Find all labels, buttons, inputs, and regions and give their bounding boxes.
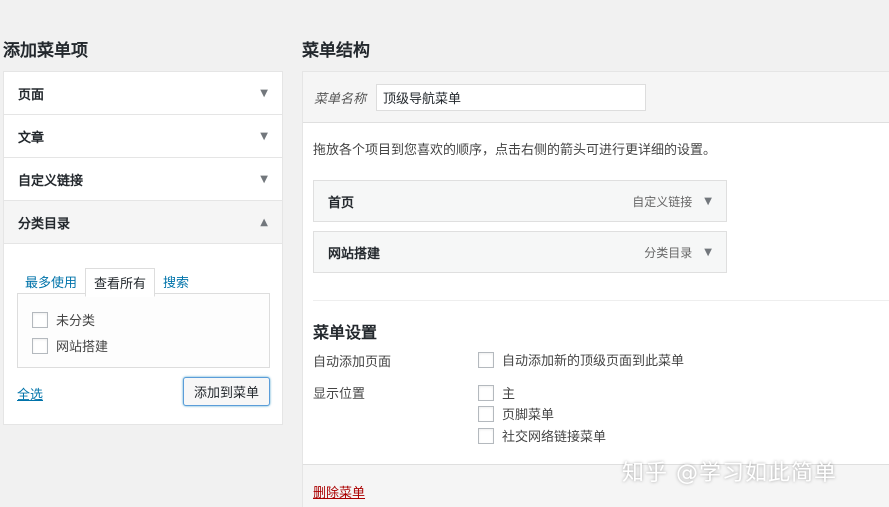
auto-add-checkbox[interactable]	[478, 351, 494, 368]
location-option: 页脚菜单	[478, 404, 554, 423]
location-label: 社交网络链接菜单	[502, 430, 607, 445]
triangle-down-icon[interactable]: ▼	[260, 174, 268, 185]
location-checkbox[interactable]	[478, 427, 494, 444]
menu-item-title: 网站搭建	[328, 246, 381, 262]
select-all-link[interactable]: 全选	[17, 384, 43, 403]
delete-menu-link[interactable]: 删除菜单	[313, 482, 365, 501]
menu-name-label: 菜单名称	[314, 91, 367, 107]
add-to-menu-button[interactable]: 添加到菜单	[183, 377, 270, 406]
location-label: 页脚菜单	[502, 408, 555, 423]
menu-item-type: 自定义链接	[632, 194, 693, 209]
accordion-posts-label: 文章	[18, 130, 45, 146]
add-items-accordion: 页面 ▼ 文章 ▼ 自定义链接 ▼ 分类目录 ▲ 最多使用 查看所有 搜索 未分…	[3, 71, 283, 425]
triangle-up-icon[interactable]: ▲	[260, 217, 268, 228]
accordion-categories-label: 分类目录	[18, 216, 71, 232]
location-option: 主	[478, 383, 515, 402]
category-label: 未分类	[56, 314, 96, 329]
menu-item-type: 分类目录	[644, 245, 693, 260]
menu-structure-title: 菜单结构	[302, 41, 370, 61]
location-label: 主	[502, 387, 516, 402]
watermark: 知乎 @学习如此简单	[622, 461, 837, 486]
display-location-label: 显示位置	[313, 387, 366, 402]
accordion-pages[interactable]: 页面 ▼	[4, 72, 282, 115]
menu-item[interactable]: 网站搭建 分类目录 ▼	[313, 231, 727, 273]
accordion-pages-label: 页面	[18, 87, 45, 103]
location-checkbox[interactable]	[478, 405, 494, 422]
accordion-categories[interactable]: 分类目录 ▲	[4, 201, 282, 244]
auto-add-option: 自动添加新的顶级页面到此菜单	[478, 350, 684, 369]
category-item: 网站搭建	[32, 336, 269, 355]
accordion-custom-links-label: 自定义链接	[18, 173, 84, 189]
add-menu-items-title: 添加菜单项	[3, 41, 88, 61]
category-item: 未分类	[32, 310, 269, 329]
triangle-down-icon[interactable]: ▼	[260, 131, 268, 142]
menu-structure-panel: 菜单名称 顶级导航菜单 拖放各个项目到您喜欢的顺序，点击右侧的箭头可进行更详细的…	[302, 71, 889, 507]
menu-name-bar: 菜单名称 顶级导航菜单	[303, 72, 889, 123]
accordion-custom-links[interactable]: 自定义链接 ▼	[4, 158, 282, 201]
auto-add-label: 自动添加页面	[313, 355, 392, 370]
category-checkbox[interactable]	[32, 311, 48, 328]
location-checkbox[interactable]	[478, 384, 494, 401]
location-option: 社交网络链接菜单	[478, 426, 606, 445]
menu-settings-title: 菜单设置	[313, 323, 378, 342]
category-label: 网站搭建	[56, 340, 109, 355]
category-checkbox[interactable]	[32, 337, 48, 354]
category-checklist: 未分类 网站搭建	[17, 293, 270, 368]
drag-instructions: 拖放各个项目到您喜欢的顺序，点击右侧的箭头可进行更详细的设置。	[313, 143, 717, 158]
accordion-posts[interactable]: 文章 ▼	[4, 115, 282, 158]
auto-add-option-label: 自动添加新的顶级页面到此菜单	[502, 354, 685, 369]
triangle-down-icon[interactable]: ▼	[260, 88, 268, 99]
categories-panel: 最多使用 查看所有 搜索 未分类 网站搭建 全选 添加到菜单	[4, 244, 282, 424]
menu-name-input[interactable]: 顶级导航菜单	[376, 83, 647, 111]
triangle-down-icon[interactable]: ▼	[704, 247, 712, 258]
menu-item-title: 首页	[328, 195, 355, 211]
menu-item[interactable]: 首页 自定义链接 ▼	[313, 180, 727, 222]
divider	[313, 300, 889, 301]
tab-view-all[interactable]: 查看所有	[85, 268, 156, 297]
triangle-down-icon[interactable]: ▼	[704, 196, 712, 207]
